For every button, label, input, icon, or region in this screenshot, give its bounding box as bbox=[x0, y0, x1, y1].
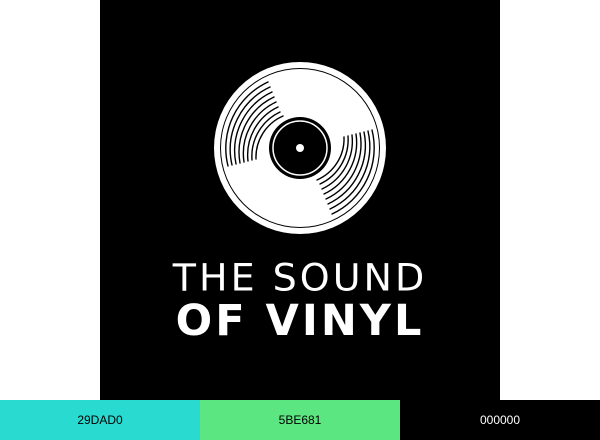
logo-title-line-2: OF VINYL bbox=[175, 296, 425, 346]
logo-title-line-1: THE SOUND bbox=[172, 256, 428, 300]
swatch-label: 5BE681 bbox=[278, 413, 322, 427]
logo-panel: THE SOUND OF VINYL bbox=[100, 0, 500, 400]
color-palette: 29DAD0 5BE681 000000 bbox=[0, 400, 600, 440]
swatch-5be681: 5BE681 bbox=[200, 400, 400, 440]
swatch-label: 29DAD0 bbox=[77, 413, 123, 427]
swatch-29dad0: 29DAD0 bbox=[0, 400, 200, 440]
swatch-label: 000000 bbox=[479, 413, 521, 427]
swatch-000000: 000000 bbox=[400, 400, 600, 440]
brand-board: THE SOUND OF VINYL 29DAD0 5BE681 000000 bbox=[0, 0, 600, 440]
